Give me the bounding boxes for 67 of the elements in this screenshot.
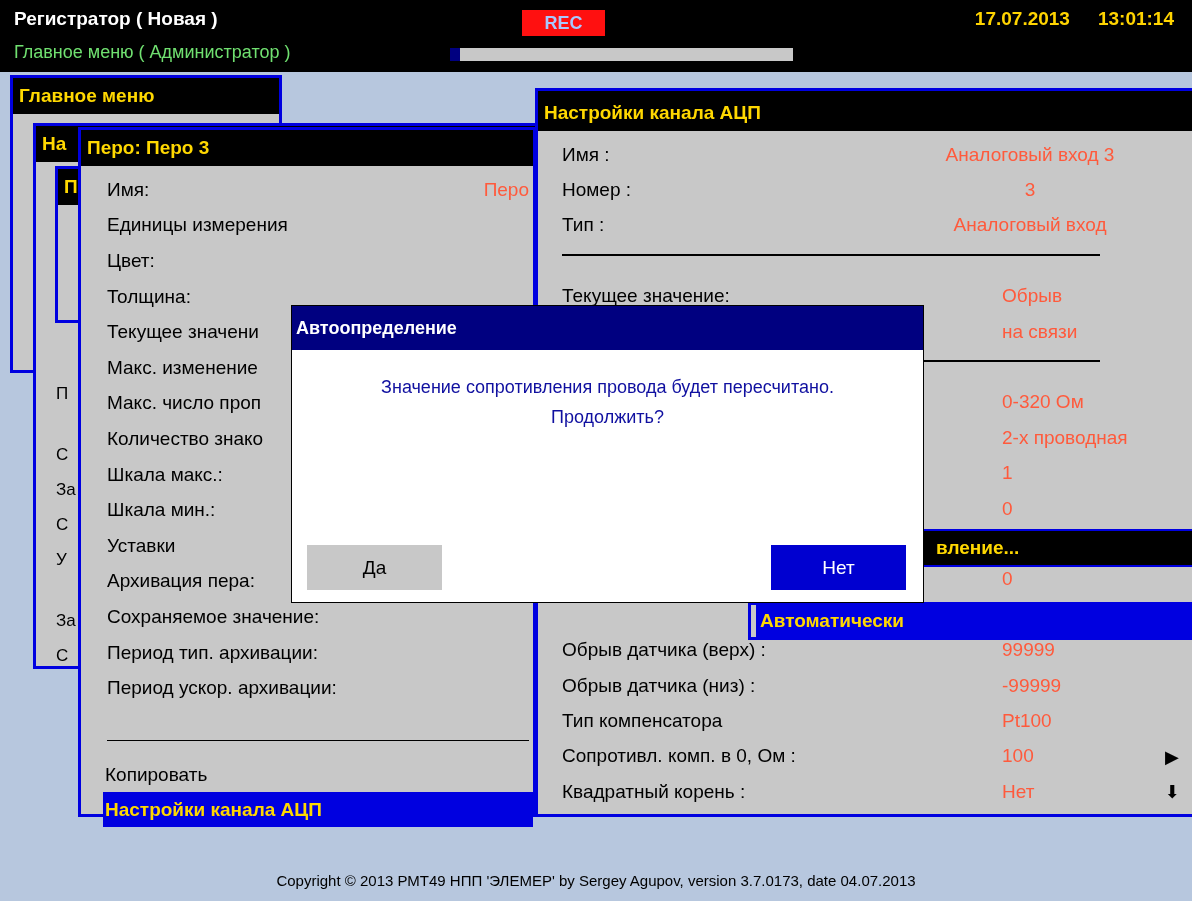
setting-label[interactable]: Период тип. архивации: <box>107 641 318 664</box>
setting-value: Аналоговый вход 3 <box>945 143 1115 165</box>
setting-label[interactable]: Квадратный корень : <box>562 780 746 802</box>
setting-value: Нет <box>1002 780 1035 802</box>
list-option[interactable]: Автоматически <box>756 605 1192 637</box>
dialog-button[interactable]: Нет <box>771 545 906 590</box>
setting-label[interactable]: Цвет: <box>107 250 155 272</box>
scroll-arrow-icon: ⬇ <box>1164 781 1180 803</box>
setting-value: Обрыв <box>1002 285 1062 307</box>
setting-label[interactable]: Тип компенсатора <box>562 709 723 731</box>
submenu-title: вление... <box>936 537 1020 558</box>
scroll-arrow-icon: ▶ <box>1165 745 1179 767</box>
device-title: Регистратор ( Новая ) <box>14 8 219 31</box>
setting-value: 99999 <box>1002 639 1055 661</box>
setting-label[interactable]: Имя: <box>107 178 150 201</box>
menu-item[interactable]: С <box>56 437 69 472</box>
setting-value: 2-х проводная <box>1002 426 1128 448</box>
window-title: Перо: Перо 3 <box>81 130 533 166</box>
setting-label[interactable]: Текущее значени <box>107 321 259 344</box>
date-text: 17.07.2013 <box>974 8 1070 31</box>
setting-value: на связи <box>1002 320 1078 342</box>
rec-indicator: REC <box>522 10 605 36</box>
menu-item[interactable]: С <box>56 507 69 542</box>
setting-label[interactable]: Макс. число проп <box>107 392 262 415</box>
setting-value: -99999 <box>1002 674 1062 696</box>
menu-item[interactable]: Копировать <box>103 756 533 792</box>
dialog-message: Продолжить? <box>551 406 664 429</box>
setting-label[interactable]: Количество знако <box>107 427 264 450</box>
menu-path: Главное меню ( Администратор ) <box>14 42 292 64</box>
setting-label[interactable]: Единицы измерения <box>107 214 288 237</box>
menu-item[interactable]: За <box>56 603 76 638</box>
menu-item[interactable]: За <box>56 472 76 507</box>
setting-label[interactable]: Сопротивл. комп. в 0, Ом : <box>562 745 796 767</box>
setting-label[interactable]: Архивация пера: <box>107 570 255 593</box>
setting-label[interactable]: Имя : <box>562 143 610 165</box>
setting-label[interactable]: Обрыв датчика (низ) : <box>562 674 756 696</box>
setting-label[interactable]: Текущее значение: <box>562 285 730 307</box>
setting-value: Аналоговый вход <box>953 214 1107 236</box>
menu-item[interactable]: Настройки канала АЦП <box>103 791 533 827</box>
menu-item[interactable]: С <box>56 638 69 673</box>
setting-value: 0 <box>1002 497 1013 519</box>
setting-label[interactable]: Макс. изменение <box>107 356 258 379</box>
setting-value: 0 <box>1002 568 1013 590</box>
setting-label[interactable]: Номер : <box>562 179 632 201</box>
setting-label[interactable]: Период ускор. архивации: <box>107 677 337 700</box>
setting-value: 100 <box>1002 745 1034 767</box>
setting-value: Pt100 <box>1002 709 1052 731</box>
menu-item[interactable]: У <box>56 542 67 577</box>
setting-label[interactable]: Обрыв датчика (верх) : <box>562 639 766 661</box>
window-title: Настройки канала АЦП <box>538 91 1192 131</box>
copyright-text: Copyright © 2013 РМТ49 НПП 'ЭЛЕМЕР' by Sergey Agupov, version 3.7.0173, date 04.07.2013 <box>276 872 916 889</box>
setting-value: 0-320 Ом <box>1002 391 1084 413</box>
window-title: Главное меню <box>13 78 279 114</box>
setting-label[interactable]: Тип : <box>562 214 605 236</box>
setting-value: 3 <box>1024 179 1036 201</box>
menu-item[interactable]: П <box>56 376 69 411</box>
setting-label[interactable]: Шкала мин.: <box>107 499 216 522</box>
dialog-button[interactable]: Да <box>307 545 442 590</box>
time-text: 13:01:14 <box>1097 8 1174 31</box>
setting-value: Перо <box>483 178 529 201</box>
setting-label[interactable]: Толщина: <box>107 285 191 308</box>
setting-label[interactable]: Сохраняемое значение: <box>107 605 320 628</box>
dialog-title: Автоопределение <box>292 306 923 350</box>
setting-label[interactable]: Шкала макс.: <box>107 463 223 486</box>
dialog-message: Значение сопротивления провода будет пересчитано. <box>381 376 834 399</box>
setting-label[interactable]: Уставки <box>107 534 176 557</box>
setting-value: 1 <box>1002 462 1013 484</box>
